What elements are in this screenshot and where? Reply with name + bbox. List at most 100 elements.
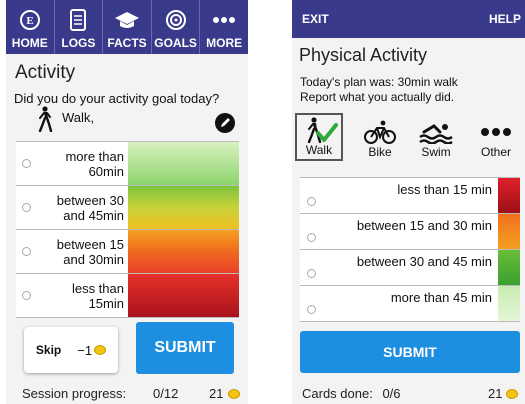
nav-more-label: MORE [206, 36, 243, 50]
submit-button[interactable]: SUBMIT [136, 322, 234, 374]
svg-text:E: E [26, 15, 33, 27]
option-label: between 15 and 30min [56, 236, 124, 267]
activity-other[interactable]: Other [467, 113, 525, 161]
radio-circle[interactable] [21, 291, 31, 300]
graduation-cap-icon [114, 8, 140, 32]
activity-selector: Walk Bike Swim Other [292, 105, 525, 161]
coin-icon [506, 389, 518, 399]
activity-label: Bike [368, 145, 392, 159]
nav-goals-button[interactable]: GOALS [152, 0, 201, 54]
more-dots-icon [212, 8, 236, 32]
option-radio[interactable] [16, 274, 36, 317]
option-row[interactable]: less than 15 min [300, 178, 520, 214]
option-row[interactable]: less than 15min [16, 274, 239, 318]
swim-icon [418, 119, 454, 145]
option-row[interactable]: more than 45 min [300, 286, 520, 322]
color-bar-orange [498, 214, 520, 249]
option-radio[interactable] [300, 250, 322, 285]
option-row[interactable]: between 30 and 45 min [300, 250, 520, 286]
nav-home-button[interactable]: E HOME [6, 0, 55, 54]
goal-question: Did you do your activity goal today? [14, 91, 220, 106]
option-radio[interactable] [300, 178, 322, 213]
nav-logs-label: LOGS [61, 36, 96, 50]
activity-label: Walk, [62, 109, 95, 125]
option-radio[interactable] [300, 286, 322, 321]
color-bar-yellow-green [128, 186, 239, 229]
activity-screen: E HOME LOGS FACTS GOALS MORE Activity Di… [6, 0, 248, 404]
submit-button[interactable]: SUBMIT [300, 331, 520, 373]
option-label: less than 15min [71, 280, 124, 311]
activity-swim[interactable]: Swim [405, 113, 467, 161]
edit-pencil-icon[interactable] [214, 112, 236, 139]
duration-options: more than 60min between 30 and 45min bet… [16, 141, 239, 318]
radio-circle[interactable] [21, 159, 31, 168]
status-label: Session progress: [22, 386, 127, 401]
skip-label: Skip [35, 343, 62, 357]
radio-circle[interactable] [306, 305, 316, 314]
plan-line: Today's plan was: 30min walk [300, 75, 458, 89]
walk-check-icon [300, 117, 338, 143]
radio-circle[interactable] [306, 197, 316, 206]
option-radio[interactable] [16, 230, 36, 273]
radio-circle[interactable] [306, 233, 316, 242]
physical-activity-screen: EXIT HELP Physical Activity Today's plan… [292, 0, 525, 404]
skip-button[interactable]: Skip −1 [24, 327, 118, 373]
color-bar-red [128, 274, 239, 317]
radio-circle[interactable] [306, 269, 316, 278]
activity-walk[interactable]: Walk [295, 113, 343, 161]
option-row[interactable]: between 30 and 45min [16, 186, 239, 230]
session-progress: 0/12 [153, 386, 179, 401]
help-button[interactable]: HELP [489, 12, 521, 26]
nav-goals-label: GOALS [154, 36, 197, 50]
activity-summary: Walk, [6, 105, 248, 137]
activity-bike[interactable]: Bike [355, 113, 405, 161]
color-bar-light-green [498, 286, 520, 321]
walk-icon [36, 105, 54, 137]
option-radio[interactable] [16, 142, 36, 185]
color-bar-green [498, 250, 520, 285]
exit-button[interactable]: EXIT [302, 12, 329, 26]
radio-circle[interactable] [21, 203, 31, 212]
activity-label: Walk [305, 143, 333, 157]
color-bar-green [128, 142, 239, 185]
option-label: more than 45 min [390, 290, 492, 305]
logs-icon [69, 8, 87, 32]
option-row[interactable]: more than 60min [16, 142, 239, 186]
option-label: between 30 and 45 min [356, 254, 492, 269]
nav-more-button[interactable]: MORE [200, 0, 248, 54]
status-bar: Cards done: 0/6 21 [302, 386, 520, 401]
option-label: between 15 and 30 min [356, 218, 492, 233]
nav-facts-button[interactable]: FACTS [103, 0, 152, 54]
color-bar-red [498, 178, 520, 213]
more-dots-icon [480, 119, 512, 145]
page-title: Physical Activity [299, 45, 428, 65]
option-radio[interactable] [300, 214, 322, 249]
color-bar-orange [128, 230, 239, 273]
coin-count: 21 [488, 386, 503, 401]
page-title: Activity [15, 62, 76, 83]
option-label: between 30 and 45min [56, 192, 124, 223]
nav-logs-button[interactable]: LOGS [55, 0, 104, 54]
option-row[interactable]: between 15 and 30min [16, 230, 239, 274]
duration-options: less than 15 min between 15 and 30 min b… [300, 177, 520, 322]
bike-icon [363, 119, 397, 145]
top-bar: EXIT HELP [292, 0, 525, 38]
coin-icon [94, 345, 107, 355]
plan-instruction: Report what you actually did. [300, 90, 455, 104]
coin-count: 21 [209, 386, 224, 401]
target-icon [165, 8, 187, 32]
home-icon: E [19, 8, 41, 32]
status-label: Cards done: [302, 386, 373, 401]
coin-icon [228, 389, 240, 399]
status-bar: Session progress: 0/12 21 [22, 386, 242, 401]
option-row[interactable]: between 15 and 30 min [300, 214, 520, 250]
option-label: more than 60min [65, 148, 124, 179]
activity-label: Swim [421, 145, 451, 159]
option-radio[interactable] [16, 186, 36, 229]
nav-facts-label: FACTS [107, 36, 147, 50]
nav-home-label: HOME [11, 36, 48, 50]
radio-circle[interactable] [21, 247, 31, 256]
activity-label: Other [480, 145, 511, 159]
skip-penalty: −1 [77, 342, 93, 358]
top-nav-bar: E HOME LOGS FACTS GOALS MORE [6, 0, 248, 54]
